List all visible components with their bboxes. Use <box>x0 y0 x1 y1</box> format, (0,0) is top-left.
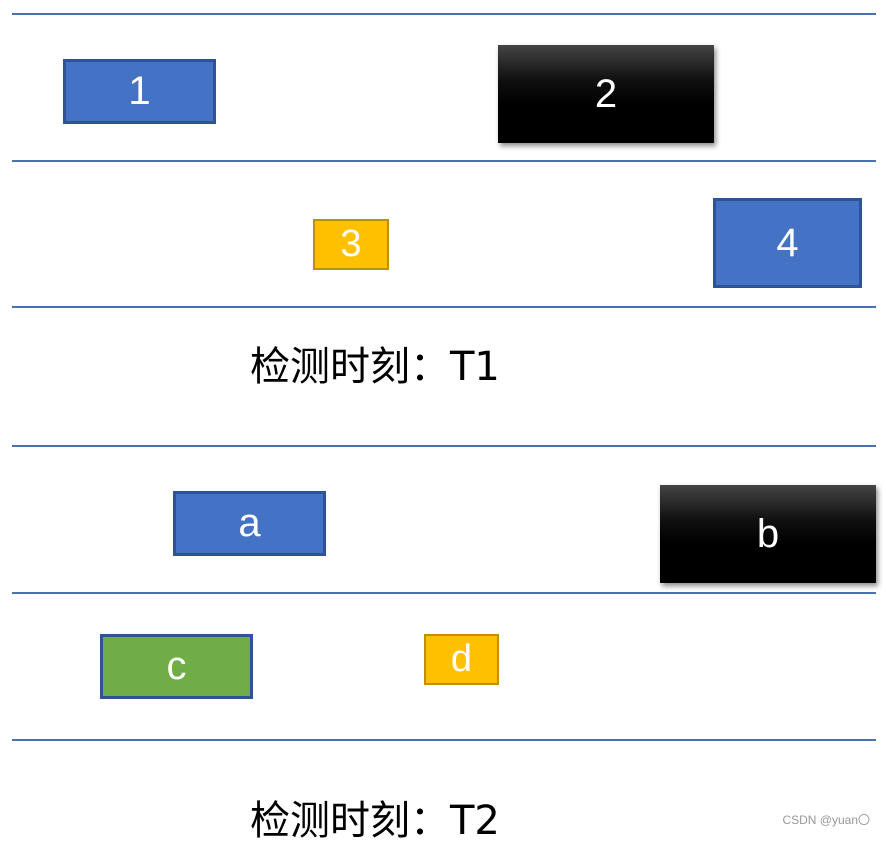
divider-line <box>12 160 876 162</box>
box-c: c <box>100 634 253 699</box>
divider-line <box>12 739 876 741</box>
divider-line <box>12 592 876 594</box>
box-1: 1 <box>63 59 216 124</box>
caption-t1: 检测时刻：T1 <box>250 344 500 390</box>
box-2: 2 <box>498 45 714 143</box>
watermark: CSDN @yuan〇 <box>782 813 870 827</box>
divider-line <box>12 306 876 308</box>
box-4: 4 <box>713 198 862 288</box>
box-d: d <box>424 634 499 685</box>
caption-t2: 检测时刻：T2 <box>250 798 500 844</box>
box-3: 3 <box>313 219 389 270</box>
divider-line <box>12 445 876 447</box>
divider-line <box>12 13 876 15</box>
box-b: b <box>660 485 876 583</box>
box-a: a <box>173 491 326 556</box>
